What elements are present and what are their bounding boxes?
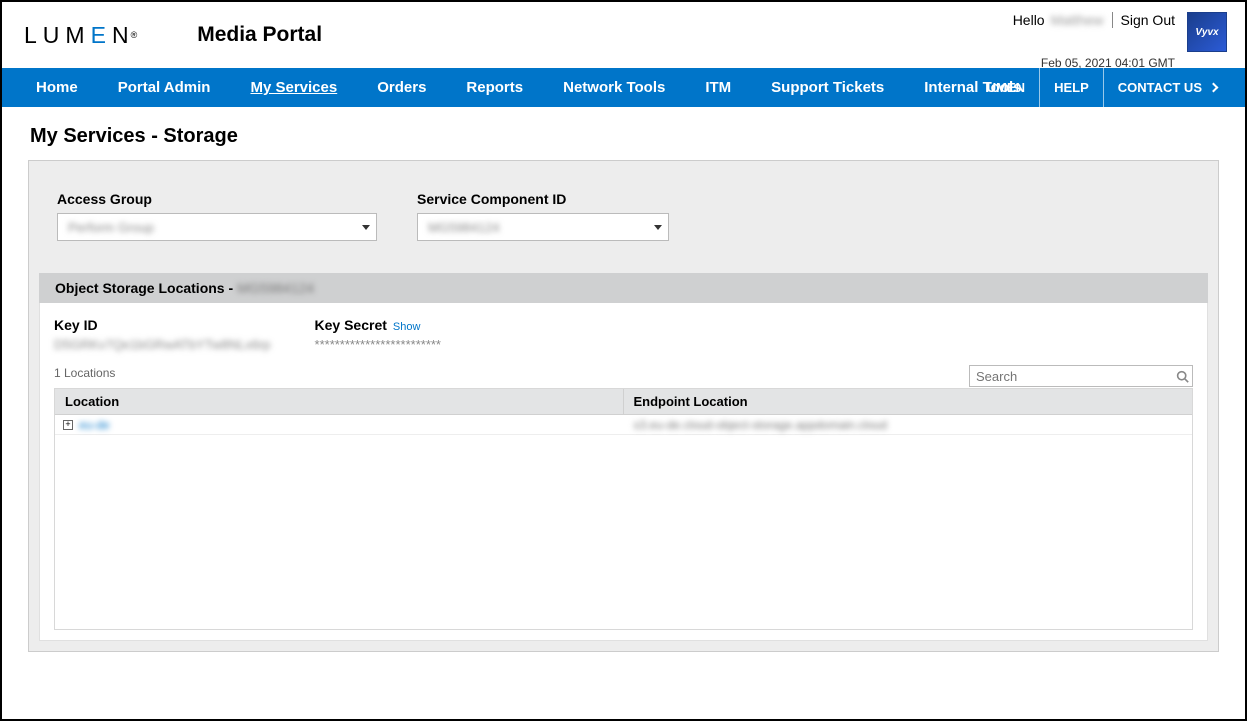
key-id-value: D5GRKv7Qe1bGRwATbYTw8NLx6rp bbox=[54, 337, 271, 352]
storage-panel-wrapper: Object Storage Locations - MG5984124 Key… bbox=[39, 273, 1208, 641]
greeting-prefix: Hello bbox=[1013, 12, 1045, 28]
nav-itm[interactable]: ITM bbox=[685, 68, 751, 107]
vyvx-logo: Vyvx bbox=[1187, 12, 1227, 52]
nav-network-tools[interactable]: Network Tools bbox=[543, 68, 685, 107]
table-body[interactable]: + eu-de s3.eu-de.cloud-object-storage.ap… bbox=[55, 415, 1192, 629]
nav-left: Home Portal Admin My Services Orders Rep… bbox=[16, 68, 1042, 107]
search-input[interactable] bbox=[970, 369, 1172, 384]
storage-panel-body: Key ID D5GRKv7Qe1bGRwATbYTw8NLx6rp Key S… bbox=[39, 303, 1208, 641]
chevron-right-icon bbox=[1209, 83, 1219, 93]
nav-reports[interactable]: Reports bbox=[446, 68, 543, 107]
access-group-block: Access Group Perform Group bbox=[57, 191, 377, 241]
access-group-value: Perform Group bbox=[68, 220, 154, 235]
navbar: Home Portal Admin My Services Orders Rep… bbox=[2, 68, 1245, 107]
nav-contact-label: CONTACT US bbox=[1118, 80, 1202, 95]
key-row: Key ID D5GRKv7Qe1bGRwATbYTw8NLx6rp Key S… bbox=[54, 317, 1193, 352]
selects-row: Access Group Perform Group Service Compo… bbox=[39, 191, 1208, 241]
col-endpoint[interactable]: Endpoint Location bbox=[624, 394, 1193, 409]
nav-contact-us[interactable]: CONTACT US bbox=[1104, 68, 1231, 107]
nav-right: UMEN HELP CONTACT US bbox=[973, 68, 1231, 107]
search-box[interactable] bbox=[969, 365, 1193, 387]
service-component-block: Service Component ID MG5984124 bbox=[417, 191, 669, 241]
nav-home[interactable]: Home bbox=[16, 68, 98, 107]
lumen-logo: LUMEN® bbox=[24, 22, 137, 49]
cell-endpoint: s3.eu-de.cloud-object-storage.appdomain.… bbox=[624, 418, 1193, 432]
sign-out-link[interactable]: Sign Out bbox=[1121, 12, 1175, 28]
portal-title: Media Portal bbox=[197, 23, 322, 47]
key-id-block: Key ID D5GRKv7Qe1bGRwATbYTw8NLx6rp bbox=[54, 317, 271, 352]
service-component-label: Service Component ID bbox=[417, 191, 669, 207]
service-component-select[interactable]: MG5984124 bbox=[417, 213, 669, 241]
nav-orders[interactable]: Orders bbox=[357, 68, 446, 107]
expand-icon[interactable]: + bbox=[63, 420, 73, 430]
header: LUMEN® Media Portal Hello Matthew Sign O… bbox=[2, 2, 1245, 68]
location-link[interactable]: eu-de bbox=[79, 418, 110, 432]
table-header: Location Endpoint Location bbox=[55, 389, 1192, 415]
cell-location: + eu-de bbox=[55, 418, 624, 432]
storage-panel-id: MG5984124 bbox=[237, 280, 314, 296]
storage-panel-title: Object Storage Locations - bbox=[55, 280, 233, 296]
page-title: My Services - Storage bbox=[2, 107, 1245, 160]
nav-support-tickets[interactable]: Support Tickets bbox=[751, 68, 904, 107]
access-group-label: Access Group bbox=[57, 191, 377, 207]
caret-down-icon bbox=[654, 225, 662, 230]
greeting: Hello Matthew Sign Out bbox=[1013, 12, 1175, 28]
storage-panel-header: Object Storage Locations - MG5984124 bbox=[39, 273, 1208, 303]
access-group-select[interactable]: Perform Group bbox=[57, 213, 377, 241]
key-secret-value: ************************* bbox=[315, 337, 441, 352]
key-secret-label: Key Secret Show bbox=[315, 317, 441, 333]
col-location[interactable]: Location bbox=[55, 389, 624, 414]
service-component-value: MG5984124 bbox=[428, 220, 500, 235]
nav-portal-admin[interactable]: Portal Admin bbox=[98, 68, 231, 107]
locations-table: Location Endpoint Location + eu-de s3.eu… bbox=[54, 388, 1193, 630]
show-secret-link[interactable]: Show bbox=[393, 321, 421, 333]
nav-umen[interactable]: UMEN bbox=[973, 68, 1039, 107]
key-id-label: Key ID bbox=[54, 317, 271, 333]
main-panel: Access Group Perform Group Service Compo… bbox=[28, 160, 1219, 652]
nav-help[interactable]: HELP bbox=[1039, 68, 1104, 107]
greeting-name: Matthew bbox=[1051, 12, 1104, 28]
key-secret-block: Key Secret Show ************************… bbox=[315, 317, 441, 352]
caret-down-icon bbox=[362, 225, 370, 230]
header-right: Hello Matthew Sign Out Vyvx Feb 05, 2021… bbox=[1013, 12, 1227, 70]
search-icon[interactable] bbox=[1172, 366, 1192, 386]
table-row[interactable]: + eu-de s3.eu-de.cloud-object-storage.ap… bbox=[55, 415, 1192, 435]
divider-icon bbox=[1112, 12, 1113, 28]
nav-my-services[interactable]: My Services bbox=[230, 68, 357, 107]
